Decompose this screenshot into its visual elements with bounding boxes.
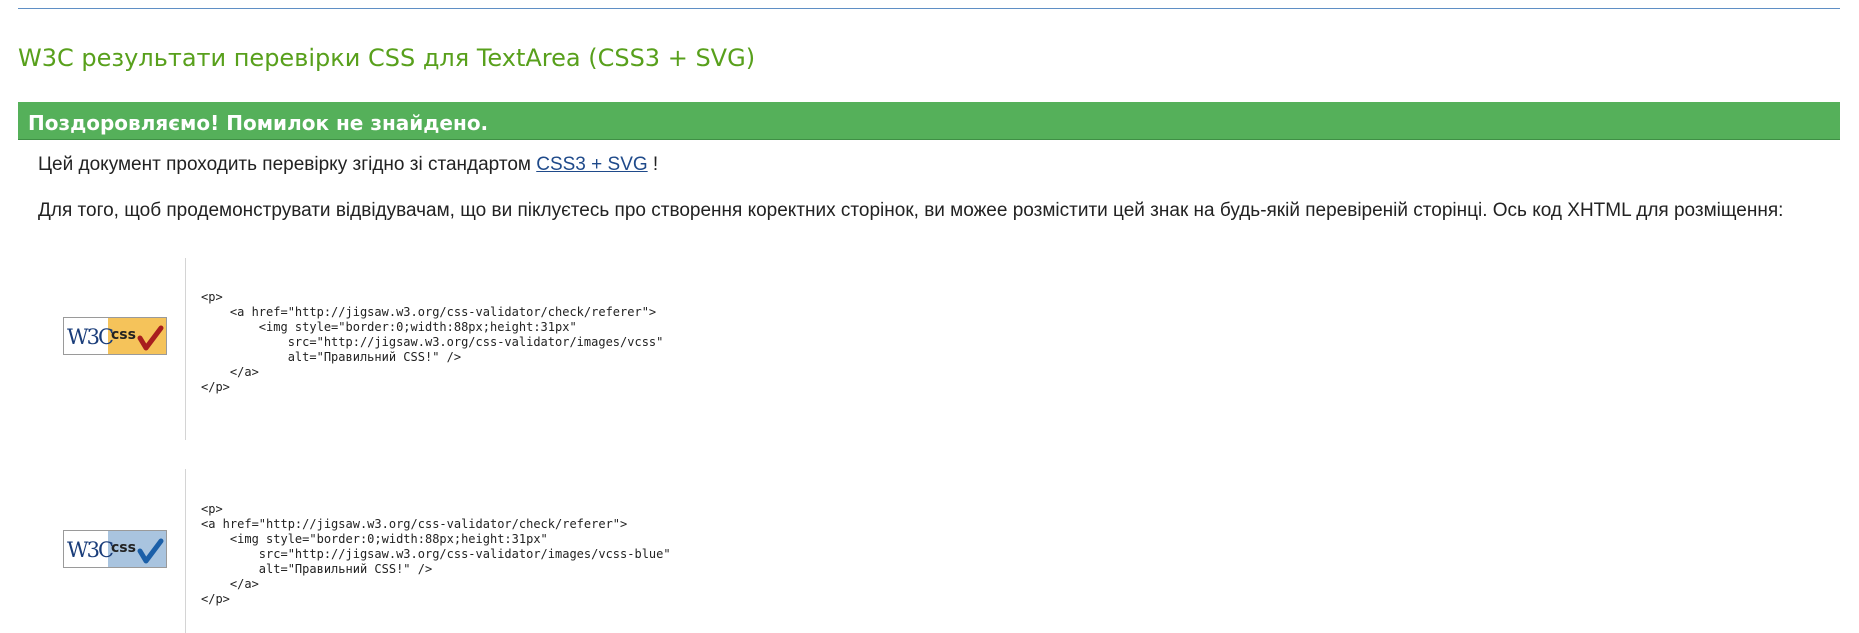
badge-code-gold: <p> <a href="http://jigsaw.w3.org/css-va… bbox=[201, 290, 664, 394]
badge-block-gold: W3C css <p> <a href="http://jigsaw.w3.or… bbox=[38, 258, 858, 440]
css-logo-text: css bbox=[111, 327, 136, 343]
w3c-css-logo-blue: W3C css bbox=[64, 531, 166, 567]
conformance-statement: Цей документ проходить перевірку згідно … bbox=[38, 152, 658, 178]
top-divider bbox=[18, 8, 1840, 9]
badge-block-blue: W3C css <p> <a href="http://jigsaw.w3.or… bbox=[38, 469, 858, 633]
success-banner: Поздоровляємо! Помилок не знайдено. bbox=[18, 102, 1840, 140]
conformance-suffix: ! bbox=[647, 154, 659, 175]
css-valid-badge-blue-icon[interactable]: W3C css bbox=[63, 530, 167, 568]
css-valid-badge-gold-icon[interactable]: W3C css bbox=[63, 317, 167, 355]
success-message: Поздоровляємо! Помилок не знайдено. bbox=[28, 111, 489, 135]
page-title: W3C результати перевірки CSS для TextAre… bbox=[18, 44, 756, 72]
w3c-css-logo-gold: W3C css bbox=[64, 318, 166, 354]
code-divider bbox=[185, 258, 186, 440]
badge-instructions: Для того, щоб продемонструвати відвідува… bbox=[38, 200, 1784, 221]
w3c-logo-text: W3C bbox=[67, 538, 113, 562]
code-divider bbox=[185, 469, 186, 633]
css-logo-text: css bbox=[111, 540, 136, 556]
conformance-prefix: Цей документ проходить перевірку згідно … bbox=[38, 154, 537, 175]
standard-link[interactable]: CSS3 + SVG bbox=[536, 154, 647, 175]
w3c-logo-text: W3C bbox=[67, 325, 113, 349]
badge-code-blue: <p> <a href="http://jigsaw.w3.org/css-va… bbox=[201, 502, 671, 606]
